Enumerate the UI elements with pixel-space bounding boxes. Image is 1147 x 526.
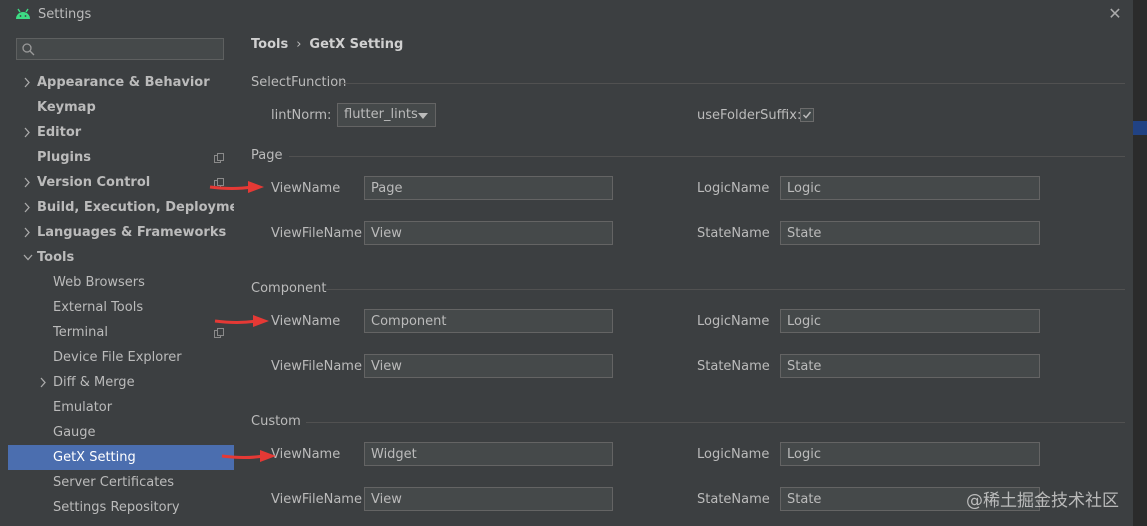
sidebar-item-keymap[interactable]: Keymap bbox=[37, 95, 96, 120]
copy-icon bbox=[214, 328, 224, 338]
sidebar-item-external-tools[interactable]: External Tools bbox=[53, 295, 143, 320]
custom-view-file-name-input[interactable] bbox=[364, 487, 613, 511]
breadcrumb-separator: › bbox=[296, 37, 302, 52]
settings-sidebar: Appearance & Behavior Keymap Editor Plug… bbox=[0, 30, 254, 526]
chevron-down-icon bbox=[23, 254, 33, 261]
page-state-name-label: StateName bbox=[697, 226, 770, 241]
watermark: @稀土掘金技术社区 bbox=[966, 491, 1119, 511]
copy-icon bbox=[214, 153, 224, 163]
use-folder-suffix-checkbox[interactable] bbox=[800, 108, 814, 122]
page-view-file-name-label: ViewFileName bbox=[271, 226, 362, 241]
section-title-page: Page bbox=[251, 148, 283, 163]
custom-view-name-label: ViewName bbox=[271, 447, 341, 462]
sidebar-item-web-browsers[interactable]: Web Browsers bbox=[53, 270, 145, 295]
settings-window: Settings ✕ Appearance & Behavior Keymap … bbox=[0, 0, 1133, 526]
component-view-name-label: ViewName bbox=[271, 314, 341, 329]
section-divider bbox=[306, 422, 1125, 423]
breadcrumb-parent[interactable]: Tools bbox=[251, 37, 288, 52]
chevron-right-icon bbox=[24, 227, 30, 238]
sidebar-item-getx-setting[interactable]: GetX Setting bbox=[8, 445, 234, 470]
sidebar-item-version-control[interactable]: Version Control bbox=[24, 170, 150, 195]
window-title: Settings bbox=[38, 7, 92, 22]
sidebar-item-settings-repository[interactable]: Settings Repository bbox=[53, 495, 180, 520]
use-folder-suffix-label: useFolderSuffix: bbox=[697, 108, 802, 123]
section-divider bbox=[326, 289, 1125, 290]
sidebar-item-gauge[interactable]: Gauge bbox=[53, 420, 96, 445]
lint-norm-label: lintNorm: bbox=[271, 108, 332, 123]
page-logic-name-label: LogicName bbox=[697, 181, 770, 196]
chevron-right-icon bbox=[24, 202, 30, 213]
section-divider bbox=[289, 156, 1125, 157]
sidebar-item-tools[interactable]: Tools bbox=[23, 245, 74, 270]
background-selection bbox=[1133, 121, 1147, 135]
sidebar-item-diff-merge[interactable]: Diff & Merge bbox=[40, 370, 135, 395]
sidebar-item-server-certificates[interactable]: Server Certificates bbox=[53, 470, 174, 495]
close-icon[interactable]: ✕ bbox=[1106, 5, 1124, 23]
search-input[interactable] bbox=[16, 38, 224, 60]
component-view-name-input[interactable] bbox=[364, 309, 613, 333]
lint-norm-value: flutter_lints bbox=[344, 107, 418, 122]
background-editor-strip bbox=[1133, 0, 1147, 526]
chevron-right-icon bbox=[24, 127, 30, 138]
breadcrumb-current: GetX Setting bbox=[309, 37, 404, 52]
sidebar-item-editor[interactable]: Editor bbox=[24, 120, 81, 145]
sidebar-item-languages-frameworks[interactable]: Languages & Frameworks bbox=[24, 220, 226, 245]
page-view-name-input[interactable] bbox=[364, 176, 613, 200]
custom-logic-name-input[interactable] bbox=[780, 442, 1040, 466]
android-icon bbox=[16, 8, 30, 19]
lint-norm-select[interactable]: flutter_lints bbox=[337, 103, 436, 127]
component-state-name-input[interactable] bbox=[780, 354, 1040, 378]
page-state-name-input[interactable] bbox=[780, 221, 1040, 245]
page-view-file-name-input[interactable] bbox=[364, 221, 613, 245]
component-logic-name-input[interactable] bbox=[780, 309, 1040, 333]
section-divider bbox=[341, 83, 1125, 84]
settings-main-panel: Tools › GetX Setting SelectFunction lintNo… bbox=[234, 30, 1133, 526]
annotation-arrow-icon bbox=[221, 450, 276, 462]
sidebar-item-terminal[interactable]: Terminal bbox=[53, 320, 108, 345]
section-title-custom: Custom bbox=[251, 414, 301, 429]
page-view-name-label: ViewName bbox=[271, 181, 341, 196]
breadcrumb: Tools › GetX Setting bbox=[251, 37, 403, 52]
sidebar-item-build-execution-deployment[interactable]: Build, Execution, Deployment bbox=[24, 195, 254, 220]
component-logic-name-label: LogicName bbox=[697, 314, 770, 329]
sidebar-item-device-file-explorer[interactable]: Device File Explorer bbox=[53, 345, 182, 370]
check-icon bbox=[802, 111, 812, 119]
search-icon bbox=[22, 43, 35, 56]
sidebar-item-appearance-behavior[interactable]: Appearance & Behavior bbox=[24, 70, 210, 95]
annotation-arrow-icon bbox=[214, 315, 269, 327]
sidebar-item-emulator[interactable]: Emulator bbox=[53, 395, 112, 420]
annotation-arrow-icon bbox=[209, 181, 264, 193]
sidebar-item-plugins[interactable]: Plugins bbox=[37, 145, 91, 170]
component-state-name-label: StateName bbox=[697, 359, 770, 374]
section-title-select-function: SelectFunction bbox=[251, 75, 347, 90]
chevron-right-icon bbox=[24, 77, 30, 88]
component-view-file-name-label: ViewFileName bbox=[271, 359, 362, 374]
title-bar: Settings ✕ bbox=[0, 0, 1133, 30]
component-view-file-name-input[interactable] bbox=[364, 354, 613, 378]
page-logic-name-input[interactable] bbox=[780, 176, 1040, 200]
custom-view-file-name-label: ViewFileName bbox=[271, 492, 362, 507]
chevron-right-icon bbox=[24, 177, 30, 188]
custom-logic-name-label: LogicName bbox=[697, 447, 770, 462]
section-title-component: Component bbox=[251, 281, 327, 296]
dropdown-arrow-icon bbox=[418, 113, 428, 119]
chevron-right-icon bbox=[40, 377, 46, 388]
custom-state-name-label: StateName bbox=[697, 492, 770, 507]
custom-view-name-input[interactable] bbox=[364, 442, 613, 466]
